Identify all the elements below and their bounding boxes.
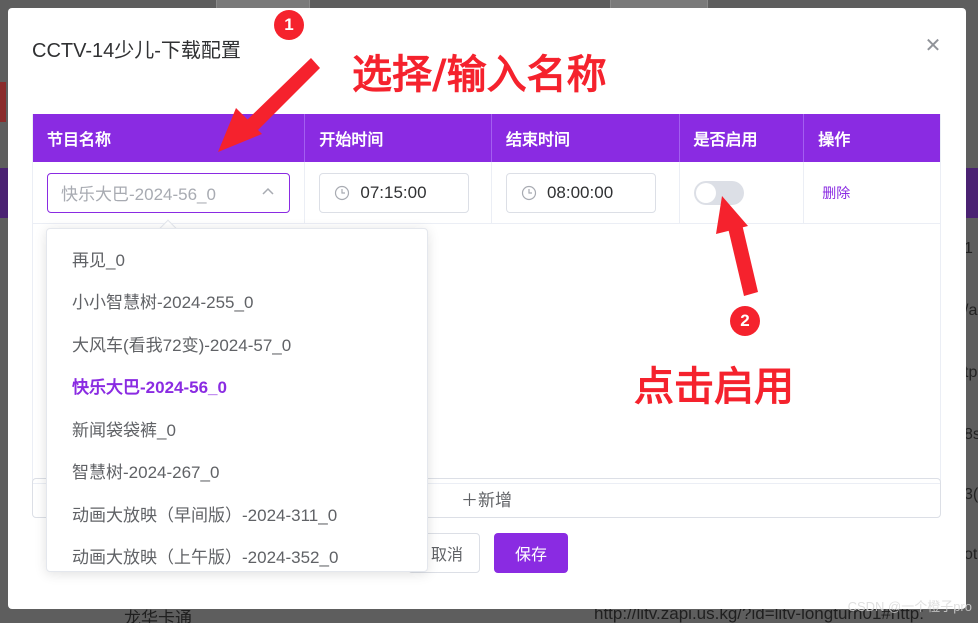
header-enabled: 是否启用	[680, 114, 805, 162]
start-time-picker[interactable]: 07:15:00	[319, 172, 470, 213]
cell-program: 快乐大巴-2024-56_0	[33, 162, 306, 223]
clock-icon	[335, 185, 350, 200]
program-select-value: 快乐大巴-2024-56_0	[61, 185, 216, 204]
dropdown-option[interactable]: 动画大放映（上午版）-2024-352_0	[47, 535, 427, 572]
step-2-badge: 2	[730, 306, 760, 336]
dropdown-option[interactable]: 智慧树-2024-267_0	[47, 450, 427, 493]
step-2-annotation: 点击启用	[634, 364, 794, 410]
dropdown-option[interactable]: 小小智慧树-2024-255_0	[47, 280, 427, 323]
bg-fragment: 8s	[964, 426, 978, 443]
end-time-value: 08:00:00	[546, 182, 614, 202]
dropdown-option[interactable]: 再见_0	[47, 237, 427, 280]
dropdown-option[interactable]: 新闻袋袋裤_0	[47, 407, 427, 450]
program-select[interactable]: 快乐大巴-2024-56_0	[47, 172, 290, 213]
header-start-time: 开始时间	[305, 114, 492, 162]
chevron-up-icon	[262, 187, 274, 195]
close-icon[interactable]: ✕	[924, 35, 942, 55]
bg-fragment: 1	[964, 240, 973, 257]
dropdown-option[interactable]: 大风车(看我72变)-2024-57_0	[47, 322, 427, 365]
end-time-picker[interactable]: 08:00:00	[505, 172, 656, 213]
header-end-time: 结束时间	[492, 114, 680, 162]
enable-switch[interactable]	[693, 180, 744, 205]
switch-knob	[695, 182, 716, 203]
header-actions: 操作	[818, 132, 851, 149]
watermark: CSDN @一个橙子pro	[847, 599, 972, 614]
bg-fragment: ot	[964, 546, 978, 563]
bg-red-tab	[0, 82, 6, 122]
program-dropdown: 再见_0 小小智慧树-2024-255_0 大风车(看我72变)-2024-57…	[46, 228, 428, 572]
cell-actions: 删除	[804, 162, 940, 223]
step-1-annotation: 选择/输入名称	[352, 52, 607, 98]
bg-fragment: tp	[964, 364, 978, 381]
dropdown-option[interactable]: 动画大放映（早间版）-2024-311_0	[47, 492, 427, 535]
step-1-badge: 1	[274, 10, 304, 40]
save-button[interactable]: 保存	[494, 533, 568, 573]
header-program-name: 节目名称	[33, 114, 306, 162]
dialog-title: CCTV-14少儿-下载配置	[32, 40, 241, 62]
table-row: 快乐大巴-2024-56_0 07:15:00 08:00:00 删除	[33, 162, 940, 224]
bg-purple-strip-left	[0, 168, 8, 218]
delete-link[interactable]: 删除	[818, 183, 850, 203]
dropdown-list: 再见_0 小小智慧树-2024-255_0 大风车(看我72变)-2024-57…	[47, 229, 427, 572]
cell-enabled	[680, 162, 805, 223]
dropdown-option-selected[interactable]: 快乐大巴-2024-56_0	[47, 365, 427, 408]
bg-fragment: 3(	[964, 486, 978, 503]
bg-fragment: /a	[964, 302, 978, 319]
clock-icon	[521, 185, 537, 200]
table-header: 节目名称 开始时间 结束时间 是否启用 操作	[33, 114, 940, 162]
bg-purple-strip-right	[966, 168, 978, 218]
cell-end: 08:00:00	[492, 162, 680, 223]
start-time-value: 07:15:00	[360, 182, 427, 202]
cell-start: 07:15:00	[305, 162, 492, 223]
